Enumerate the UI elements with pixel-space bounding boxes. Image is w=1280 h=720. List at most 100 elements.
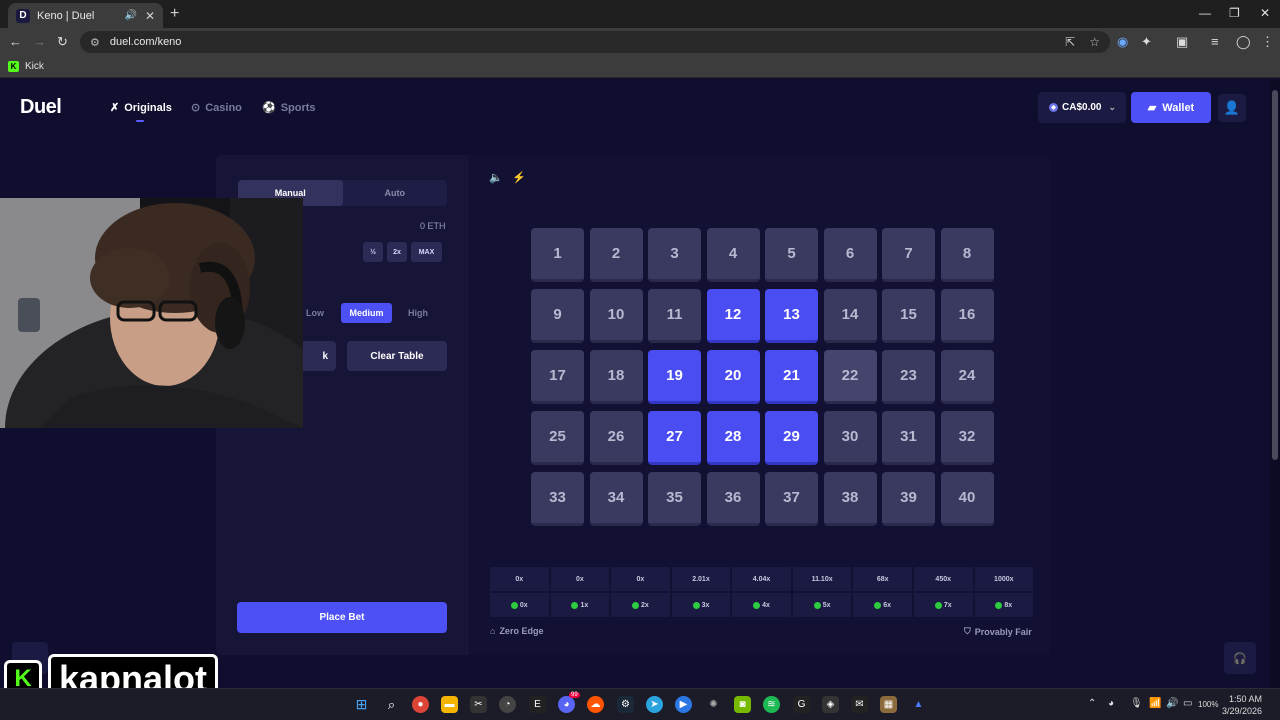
keno-tile-5[interactable]: 5 [765,228,818,282]
volume-icon[interactable]: 🔊 [1166,698,1178,709]
keno-tile-32[interactable]: 32 [940,411,994,465]
balance-dropdown[interactable]: ◆ CA$0.00 ⌄ [1038,92,1126,123]
risk-high[interactable]: High [400,303,436,323]
double-button[interactable]: 2x [387,242,407,262]
half-button[interactable]: ½ [363,242,383,262]
settings-gear-icon[interactable]: ✺ [705,696,722,713]
app-icon[interactable]: ◈ [822,696,839,713]
keno-tile-2[interactable]: 2 [589,228,643,282]
bookmark-star-icon[interactable]: ☆ [1089,35,1100,49]
discord-icon[interactable]: ◕ [558,696,575,713]
mail-icon[interactable]: ✉ [851,696,868,713]
keno-tile-12[interactable]: 12 [706,289,760,343]
battery-icon[interactable]: ▭ [1183,698,1192,709]
minimize-icon[interactable]: — [1199,6,1211,20]
ghub-icon[interactable]: G [793,696,810,713]
keno-tile-15[interactable]: 15 [882,289,935,343]
sound-icon[interactable]: 🔈 [489,171,503,184]
nvidia-icon[interactable]: ◙ [734,696,751,713]
keno-tile-21[interactable]: 21 [765,350,818,404]
user-avatar-icon[interactable]: 👤 [1218,94,1246,122]
video-app-icon[interactable]: ▶ [675,696,692,713]
chrome-icon[interactable]: ● [412,696,429,713]
search-icon[interactable]: ⌕ [383,696,400,713]
address-bar[interactable]: ⚙ duel.com/keno ⇱ ☆ [80,31,1110,53]
keno-tile-19[interactable]: 19 [648,350,701,404]
menu-dots-icon[interactable]: ⋮ [1261,34,1274,50]
support-chat-icon[interactable]: 🎧 [1224,642,1256,674]
risk-low[interactable]: Low [298,303,332,323]
keno-tile-34[interactable]: 34 [589,472,643,526]
bookmark-kick[interactable]: Kick [25,61,44,72]
maximize-icon[interactable]: ❐ [1229,6,1240,20]
steam-icon[interactable]: ⚙ [617,696,634,713]
sidepanel-icon[interactable]: ▣ [1176,34,1188,50]
clear-table-button[interactable]: Clear Table [347,341,447,371]
cast-icon[interactable]: ⇱ [1065,35,1075,49]
keno-tile-37[interactable]: 37 [765,472,818,526]
reload-icon[interactable]: ↻ [57,34,68,50]
windows-start-icon[interactable]: ⊞ [353,696,370,713]
keno-tile-29[interactable]: 29 [765,411,818,465]
tab-close-icon[interactable]: ✕ [145,9,155,23]
place-bet-button[interactable]: Place Bet [237,602,447,633]
keno-tile-26[interactable]: 26 [589,411,643,465]
scrollbar-thumb[interactable] [1272,90,1278,460]
back-icon[interactable]: ← [9,34,22,49]
nav-casino[interactable]: ⊙ Casino [191,101,242,115]
keno-tile-25[interactable]: 25 [531,411,584,465]
keno-tile-10[interactable]: 10 [589,289,643,343]
page-scrollbar[interactable] [1270,80,1280,688]
keno-tile-6[interactable]: 6 [823,228,877,282]
epic-games-icon[interactable]: E [529,696,546,713]
keno-tile-13[interactable]: 13 [765,289,818,343]
keno-tile-11[interactable]: 11 [648,289,701,343]
launcher-icon[interactable]: ▲ [910,696,927,713]
keno-tile-20[interactable]: 20 [706,350,760,404]
keno-tile-8[interactable]: 8 [940,228,994,282]
telegram-icon[interactable]: ➤ [646,696,663,713]
risk-medium[interactable]: Medium [341,303,392,323]
media-icon[interactable]: ≡ [1211,34,1219,49]
duel-logo[interactable]: Duel [20,96,62,119]
site-info-icon[interactable]: ⚙ [90,36,100,49]
keno-tile-40[interactable]: 40 [940,472,994,526]
tab-audio-icon[interactable]: 🔊 [124,10,136,21]
new-tab-icon[interactable]: + [170,5,179,23]
keno-tile-36[interactable]: 36 [706,472,760,526]
tray-mic-icon[interactable]: 🎙 [1130,698,1143,709]
tray-discord-icon[interactable]: ◕ [1108,698,1114,709]
keno-tile-23[interactable]: 23 [882,350,935,404]
browser-tab[interactable]: D Keno | Duel 🔊 ✕ [8,3,163,28]
extensions-puzzle-icon[interactable]: ✦ [1141,34,1152,50]
keno-tile-22[interactable]: 22 [823,350,877,404]
obs-icon[interactable]: ◔ [499,696,516,713]
keno-tile-14[interactable]: 14 [823,289,877,343]
keno-tile-35[interactable]: 35 [648,472,701,526]
wifi-icon[interactable]: 📶 [1149,698,1161,709]
keno-tile-7[interactable]: 7 [882,228,935,282]
keno-tile-27[interactable]: 27 [648,411,701,465]
forward-icon[interactable]: → [33,34,46,49]
keno-tile-18[interactable]: 18 [589,350,643,404]
wallet-button[interactable]: ▰ Wallet [1131,92,1211,123]
keno-tile-33[interactable]: 33 [531,472,584,526]
zero-edge[interactable]: ⌂ Zero Edge [490,626,543,636]
keno-tile-38[interactable]: 38 [823,472,877,526]
keno-tile-4[interactable]: 4 [706,228,760,282]
system-clock[interactable]: 1:50 AM 3/29/2026 [1222,693,1262,717]
max-button[interactable]: MAX [411,242,442,262]
window-close-icon[interactable]: ✕ [1260,6,1270,20]
keno-tile-17[interactable]: 17 [531,350,584,404]
nav-originals[interactable]: ✗ Originals [110,101,172,115]
extension-icon[interactable]: ◉ [1117,34,1128,50]
spotify-icon[interactable]: ≋ [763,696,780,713]
keno-tile-39[interactable]: 39 [882,472,935,526]
keno-tile-30[interactable]: 30 [823,411,877,465]
file-explorer-icon[interactable]: ▬ [441,696,458,713]
capcut-icon[interactable]: ✂ [470,696,487,713]
keno-tile-28[interactable]: 28 [706,411,760,465]
keno-tile-3[interactable]: 3 [648,228,701,282]
nav-sports[interactable]: ⚽ Sports [262,101,316,115]
tab-auto[interactable]: Auto [343,180,448,206]
